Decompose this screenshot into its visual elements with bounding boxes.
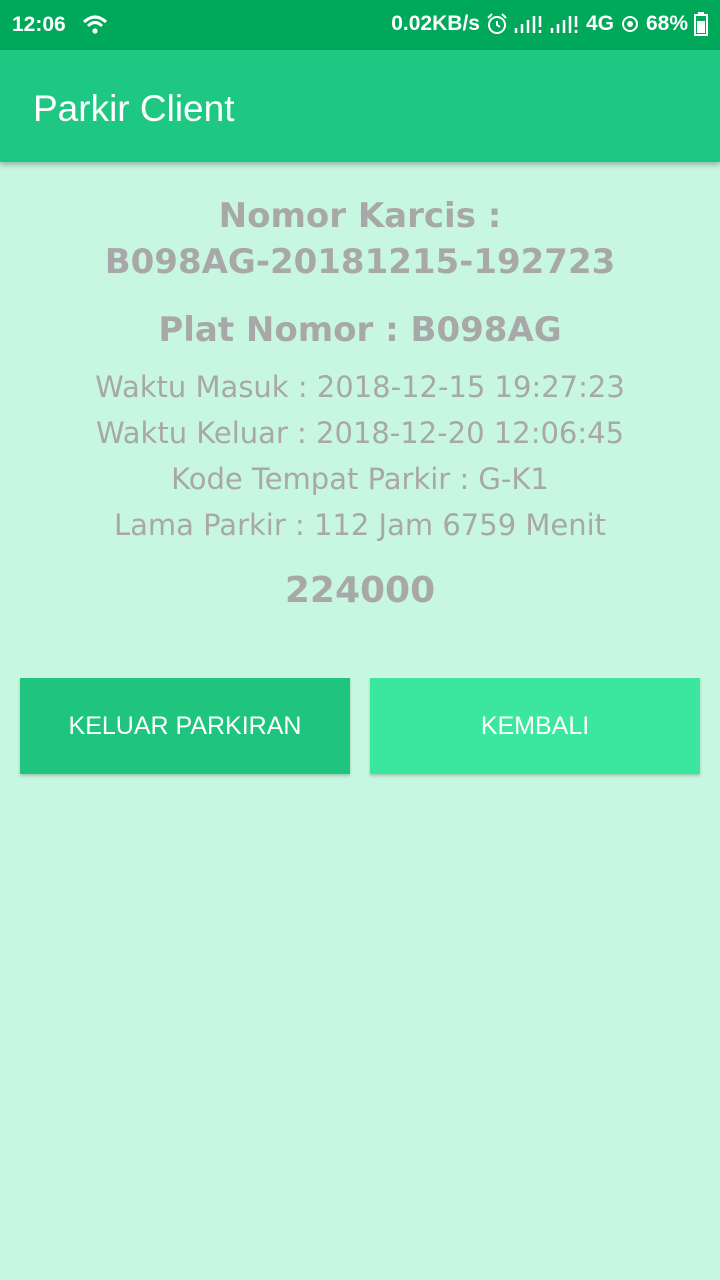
back-button[interactable]: KEMBALI	[370, 678, 700, 774]
parking-duration: Lama Parkir : 112 Jam 6759 Menit	[113, 508, 607, 542]
signal-icon-1	[514, 13, 544, 35]
parking-spot-code: Kode Tempat Parkir : G-K1	[171, 462, 549, 496]
sync-icon	[620, 14, 640, 34]
exit-time: Waktu Keluar : 2018-12-20 12:06:45	[95, 416, 625, 450]
exit-parking-button[interactable]: KELUAR PARKIRAN	[20, 678, 350, 774]
status-bar: 12:06 0.02KB/s 4G 68%	[0, 0, 720, 50]
network-type: 4G	[585, 12, 614, 35]
battery-icon	[694, 12, 708, 36]
entry-time: Waktu Masuk : 2018-12-15 19:27:23	[95, 370, 625, 404]
wifi-icon	[82, 14, 108, 36]
ticket-number-value: B098AG-20181215-192723	[104, 242, 616, 282]
network-speed: 0.02KB/s	[391, 12, 480, 35]
status-time: 12:06	[12, 13, 66, 36]
signal-icon-2	[550, 13, 580, 35]
battery-percent: 68%	[645, 12, 688, 35]
plate-number: Plat Nomor : B098AG	[158, 310, 562, 350]
parking-fee: 224000	[284, 570, 436, 611]
app-title: Parkir Client	[33, 88, 235, 129]
app-bar: Parkir Client	[0, 50, 720, 162]
alarm-icon	[486, 13, 508, 35]
ticket-number-label: Nomor Karcis :	[218, 196, 502, 236]
